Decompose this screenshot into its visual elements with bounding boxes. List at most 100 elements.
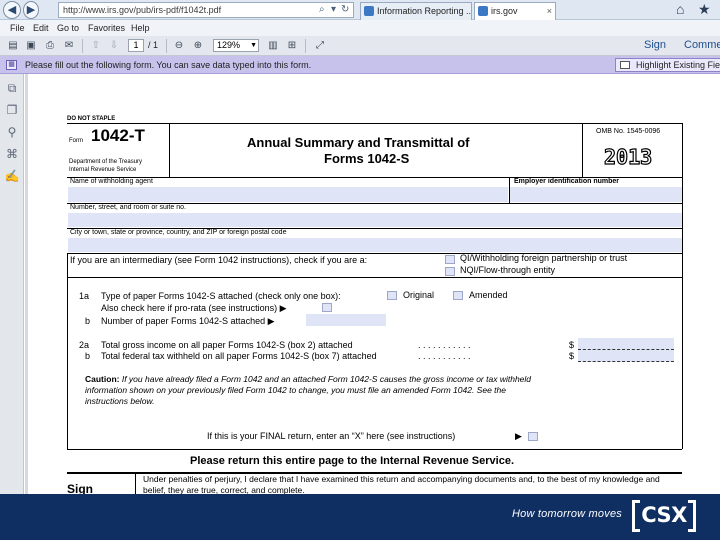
page-tools-icon[interactable]: ▥	[266, 39, 280, 52]
right-border	[682, 123, 683, 449]
original-checkbox[interactable]	[387, 291, 397, 300]
full-screen-icon[interactable]: ⤢	[313, 39, 327, 52]
page-thumbnails-icon[interactable]: ⧉	[4, 80, 20, 96]
email-icon[interactable]: ✉	[62, 39, 76, 52]
back-icon[interactable]: ◀	[3, 1, 21, 19]
row-rule	[67, 277, 682, 278]
menu-favorites[interactable]: Favorites	[88, 20, 125, 36]
amended-label: Amended	[469, 290, 508, 300]
refresh-icon[interactable]: ↻	[341, 3, 349, 17]
dropdown-icon[interactable]: ▾	[331, 3, 336, 17]
line-2b-text: Total federal tax withheld on all paper …	[101, 351, 377, 361]
forms-count-field[interactable]	[306, 314, 386, 326]
line-1b-number: b	[85, 316, 91, 326]
tab-irs-gov[interactable]: irs.gov ×	[474, 2, 556, 20]
menu-bar: File Edit Go to Favorites Help	[0, 20, 720, 36]
chevron-down-icon: ▼	[250, 42, 257, 49]
signatures-icon[interactable]: ✍	[4, 168, 20, 184]
attachments-icon[interactable]: ⚲	[4, 124, 20, 140]
ein-field[interactable]	[510, 187, 682, 202]
caution-line-1: If you have already filed a Form 1042 an…	[121, 374, 532, 384]
caution-line-2: information shown on your previously fil…	[85, 385, 506, 395]
print-icon[interactable]: ⎙	[43, 39, 57, 52]
previous-page-icon[interactable]: ⇧	[89, 39, 103, 52]
menu-edit[interactable]: Edit	[33, 20, 49, 36]
highlight-fields-button[interactable]: Highlight Existing Field	[615, 58, 720, 72]
nqi-checkbox[interactable]	[445, 267, 455, 276]
perjury-line-1: Under penalties of perjury, I declare th…	[143, 474, 660, 484]
search-icon[interactable]: ⌕	[319, 3, 325, 17]
form-notice-bar: ▦ Please fill out the following form. Yo…	[0, 56, 720, 74]
tab-label: irs.gov	[491, 6, 518, 16]
zoom-out-icon[interactable]: ⊖	[172, 39, 186, 52]
bookmarks-icon[interactable]: ❐	[4, 102, 20, 118]
highlight-icon	[620, 61, 630, 69]
address-text: http://www.irs.gov/pub/irs-pdf/f1042t.pd…	[63, 5, 222, 15]
toolbar-divider	[166, 39, 167, 53]
leader-dots: . . . . . . . . . . .	[418, 340, 471, 350]
menu-file[interactable]: File	[10, 20, 25, 36]
zoom-in-icon[interactable]: ⊕	[191, 39, 205, 52]
csx-tagline: How tomorrow moves	[512, 508, 622, 520]
street-field[interactable]	[68, 213, 682, 227]
menu-go-to[interactable]: Go to	[57, 20, 79, 36]
navigation-panel: ⧉ ❐ ⚲ ⌘ ✍	[0, 74, 24, 494]
page-edge	[25, 74, 28, 494]
next-page-icon[interactable]: ⇩	[107, 39, 121, 52]
caution-line-3: instructions below.	[85, 396, 155, 406]
prorata-text: Also check here if pro-rata (see instruc…	[101, 303, 287, 313]
city-label: City or town, state or province, country…	[70, 229, 287, 236]
qi-checkbox[interactable]	[445, 255, 455, 264]
form-word: Form	[69, 138, 83, 144]
tab-information-reporting[interactable]: Information Reporting ...	[360, 2, 472, 20]
city-field[interactable]	[68, 238, 682, 252]
gross-income-field[interactable]	[578, 338, 674, 350]
address-bar[interactable]: http://www.irs.gov/pub/irs-pdf/f1042t.pd…	[58, 2, 354, 18]
leader-dots: . . . . . . . . . . .	[418, 351, 471, 361]
tax-withheld-field[interactable]	[578, 350, 674, 362]
form-number: 1042-T	[91, 126, 145, 145]
close-icon[interactable]: ×	[547, 3, 552, 19]
line-1a-text: Type of paper Forms 1042-S attached (che…	[101, 291, 341, 301]
agent-name-field[interactable]	[68, 187, 508, 202]
save-icon[interactable]: ▣	[24, 39, 38, 52]
highlight-label: Highlight Existing Field	[636, 60, 720, 70]
zoom-select[interactable]: 129% ▼	[213, 39, 259, 52]
page-number-field[interactable]: 1	[128, 39, 144, 52]
toolbar-divider	[305, 39, 306, 53]
caution-label: Caution:	[85, 374, 120, 384]
section-rule	[67, 449, 682, 450]
sign-button[interactable]: Sign	[644, 39, 666, 52]
csx-logo: CSX	[632, 498, 696, 534]
fit-page-icon[interactable]: ⊞	[285, 39, 299, 52]
comment-button[interactable]: Comme	[684, 39, 720, 52]
department-line: Department of the Treasury	[69, 159, 143, 165]
perjury-line-2: belief, they are true, correct, and comp…	[143, 485, 305, 494]
omb-number: OMB No. 1545-0096	[596, 128, 661, 135]
layers-icon[interactable]: ⌘	[4, 146, 20, 162]
sign-divider	[135, 474, 136, 494]
forward-icon[interactable]: ▶	[23, 1, 39, 19]
line-2a-text: Total gross income on all paper Forms 10…	[101, 340, 353, 350]
home-icon[interactable]: ⌂	[676, 1, 684, 17]
amended-checkbox[interactable]	[453, 291, 463, 300]
favorites-star-icon[interactable]: ★	[698, 1, 711, 18]
final-return-checkbox[interactable]	[528, 432, 538, 441]
sign-label: Sign	[67, 482, 93, 494]
form-title-line-2: Forms 1042-S	[324, 151, 410, 166]
header-divider-left	[169, 123, 170, 177]
agent-name-label: Name of withholding agent	[70, 178, 153, 185]
street-label: Number, street, and room or suite no.	[70, 204, 186, 211]
notice-text: Please fill out the following form. You …	[25, 60, 312, 70]
line-2a-number: 2a	[79, 340, 90, 350]
tax-year: 2013	[603, 144, 653, 169]
final-return-text: If this is your FINAL return, enter an “…	[207, 431, 456, 441]
browser-top-bar: ◀ ▶ http://www.irs.gov/pub/irs-pdf/f1042…	[0, 0, 720, 20]
line-1a-number: 1a	[79, 291, 90, 301]
open-file-icon[interactable]: ▤	[6, 39, 20, 52]
prorata-checkbox[interactable]	[322, 303, 332, 312]
menu-help[interactable]: Help	[131, 20, 150, 36]
presentation-footer: How tomorrow moves CSX	[0, 494, 720, 540]
csx-logo-text: CSX	[641, 503, 687, 527]
pdf-document-view: DO NOT STAPLE Form 1042-T Department of …	[25, 74, 720, 494]
